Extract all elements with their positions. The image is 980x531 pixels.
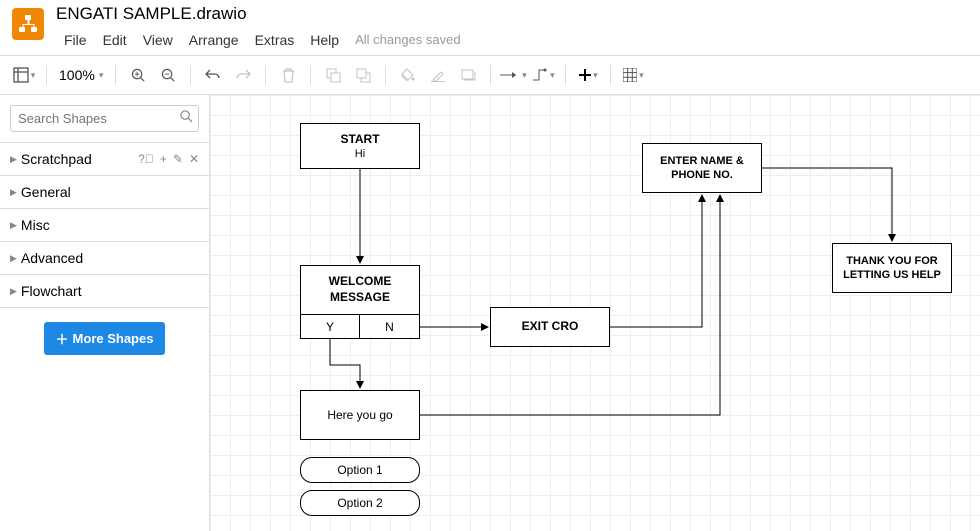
close-scratch-icon[interactable]: ✕ (189, 152, 199, 166)
connection-icon[interactable]: ▾ (499, 61, 527, 89)
option-2[interactable]: Option 2 (300, 490, 420, 516)
to-back-icon[interactable] (349, 61, 377, 89)
more-shapes-button[interactable]: ＋More Shapes (44, 322, 166, 355)
edit-scratch-icon[interactable]: ✎ (173, 152, 183, 166)
save-status: All changes saved (347, 28, 469, 52)
titlebar: ENGATI SAMPLE.drawio File Edit View Arra… (0, 0, 980, 55)
app-logo[interactable] (12, 8, 44, 40)
search-input[interactable] (10, 105, 199, 132)
menu-help[interactable]: Help (302, 28, 347, 52)
node-enter-name[interactable]: ENTER NAME & PHONE NO. (642, 143, 762, 193)
option-n[interactable]: N (360, 315, 420, 339)
line-color-icon[interactable] (424, 61, 452, 89)
add-icon[interactable]: ▾ (574, 61, 602, 89)
menu-view[interactable]: View (135, 28, 181, 52)
node-here[interactable]: Here you go (300, 390, 420, 440)
zoom-in-icon[interactable] (124, 61, 152, 89)
menu-file[interactable]: File (56, 28, 95, 52)
redo-icon[interactable] (229, 61, 257, 89)
document-title[interactable]: ENGATI SAMPLE.drawio (56, 0, 469, 24)
menubar: File Edit View Arrange Extras Help All c… (56, 24, 469, 52)
fill-icon[interactable] (394, 61, 422, 89)
palette-misc[interactable]: ▶Misc (0, 209, 209, 242)
search-icon[interactable] (180, 110, 193, 126)
menu-extras[interactable]: Extras (247, 28, 303, 52)
sidebar: ▶Scratchpad ?⃝ + ✎ ✕ ▶General ▶Misc ▶Adv… (0, 95, 210, 531)
palette-advanced[interactable]: ▶Advanced (0, 242, 209, 275)
shadow-icon[interactable] (454, 61, 482, 89)
node-start[interactable]: START Hi (300, 123, 420, 169)
option-y[interactable]: Y (300, 315, 360, 339)
palette-scratchpad[interactable]: ▶Scratchpad ?⃝ + ✎ ✕ (0, 143, 209, 176)
zoom-level[interactable]: 100%▾ (55, 67, 107, 83)
menu-arrange[interactable]: Arrange (181, 28, 247, 52)
node-thankyou[interactable]: THANK YOU FOR LETTING US HELP (832, 243, 952, 293)
to-front-icon[interactable] (319, 61, 347, 89)
layout-icon[interactable]: ▾ (10, 61, 38, 89)
waypoint-icon[interactable]: ▾ (529, 61, 557, 89)
add-scratch-icon[interactable]: + (160, 152, 167, 166)
welcome-options[interactable]: Y N (300, 315, 420, 339)
canvas[interactable]: START Hi WELCOME MESSAGE Y N EXIT CRO He… (210, 95, 980, 531)
node-exit-cro[interactable]: EXIT CRO (490, 307, 610, 347)
palette-flowchart[interactable]: ▶Flowchart (0, 275, 209, 308)
menu-edit[interactable]: Edit (95, 28, 135, 52)
delete-icon[interactable] (274, 61, 302, 89)
zoom-out-icon[interactable] (154, 61, 182, 89)
node-welcome[interactable]: WELCOME MESSAGE (300, 265, 420, 315)
undo-icon[interactable] (199, 61, 227, 89)
help-icon[interactable]: ?⃝ (138, 152, 154, 166)
table-icon[interactable]: ▾ (619, 61, 647, 89)
toolbar: ▾ 100%▾ ▾ ▾ ▾ ▾ (0, 55, 980, 95)
option-1[interactable]: Option 1 (300, 457, 420, 483)
palette-general[interactable]: ▶General (0, 176, 209, 209)
drawio-icon (16, 12, 40, 36)
